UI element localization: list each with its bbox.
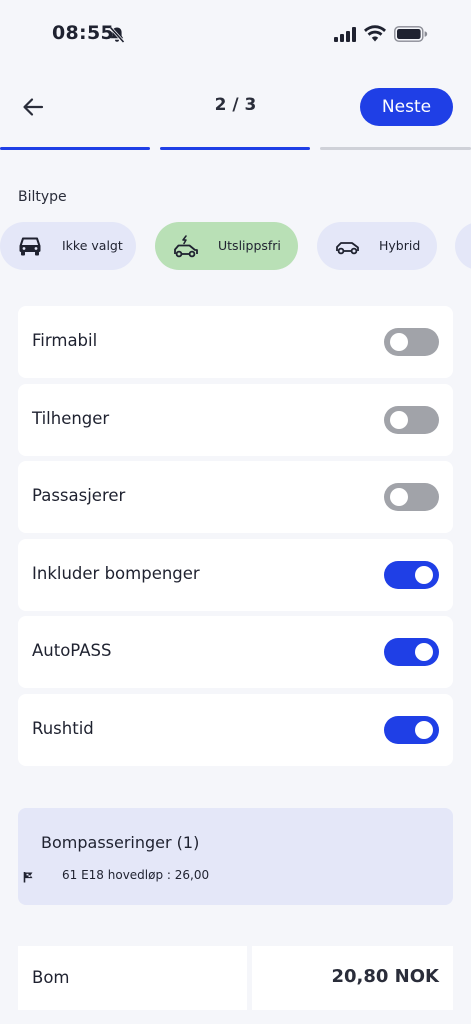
chip-label: Utslippsfri [218,238,281,253]
rushtid-switch[interactable] [384,716,439,744]
chip-label: Hybrid [379,238,421,253]
car-type-option-ikke-valgt[interactable]: Ikke valgt [0,222,136,270]
toll-passages-card: Bompasseringer (1) 61 E18 hovedløp : 26,… [18,808,453,905]
status-bar: 08:55 [0,0,471,70]
bompenger-switch[interactable] [384,561,439,589]
switch-knob [390,411,408,429]
switch-knob [390,488,408,506]
car-type-option-hybrid[interactable]: Hybrid [317,222,437,270]
bell-slash-icon [109,26,125,48]
wifi-icon [364,25,386,46]
toll-passages-title: Bompasseringer (1) [41,833,200,852]
toggle-label: Inkluder bompenger [32,564,200,583]
next-button[interactable]: Neste [360,88,453,126]
flag-icon [23,868,34,887]
car-type-label: Biltype [18,189,67,205]
signal-icon [334,27,358,46]
autopass-switch[interactable] [384,638,439,666]
progress-segment-2 [160,147,310,150]
toll-total-label: Bom [32,968,70,987]
car-type-selector: Ikke valgt Utslippsfri Hybrid [0,222,471,270]
progress-segment-3 [320,147,471,150]
toggle-row-autopass[interactable]: AutoPASS [18,616,453,688]
toggle-label: Firmabil [32,331,98,350]
toggle-row-passasjerer[interactable]: Passasjerer [18,461,453,533]
toggle-label: Tilhenger [32,409,110,428]
status-time: 08:55 [52,22,114,44]
toggle-row-tilhenger[interactable]: Tilhenger [18,384,453,456]
toll-total-row: Bom 20,80 NOK [18,946,453,1010]
toggle-row-rushtid[interactable]: Rushtid [18,694,453,766]
battery-icon [394,26,428,46]
progress-segment-1 [0,147,150,150]
car-side-icon [335,235,361,261]
toggle-label: Passasjerer [32,486,126,505]
toggle-row-firmabil[interactable]: Firmabil [18,306,453,378]
car-type-option-more[interactable] [455,222,471,270]
electric-car-icon [173,235,199,263]
header: 2 / 3 Neste [0,82,471,132]
car-front-icon [18,235,42,261]
toggle-row-bompenger[interactable]: Inkluder bompenger [18,539,453,611]
toll-total-value: 20,80 NOK [331,966,439,987]
toll-total-label-cell: Bom [18,946,247,1010]
car-type-option-utslippsfri[interactable]: Utslippsfri [155,222,298,270]
chip-label: Ikke valgt [62,238,123,253]
switch-knob [415,566,433,584]
tilhenger-switch[interactable] [384,406,439,434]
toggle-label: Rushtid [32,719,94,738]
switch-knob [415,721,433,739]
switch-knob [415,643,433,661]
toll-total-value-cell: 20,80 NOK [252,946,453,1010]
passasjerer-switch[interactable] [384,483,439,511]
firmabil-switch[interactable] [384,328,439,356]
toggle-label: AutoPASS [32,641,112,660]
switch-knob [390,333,408,351]
toll-passage-entry: 61 E18 hovedløp : 26,00 [62,868,210,882]
progress-bar [0,147,471,151]
